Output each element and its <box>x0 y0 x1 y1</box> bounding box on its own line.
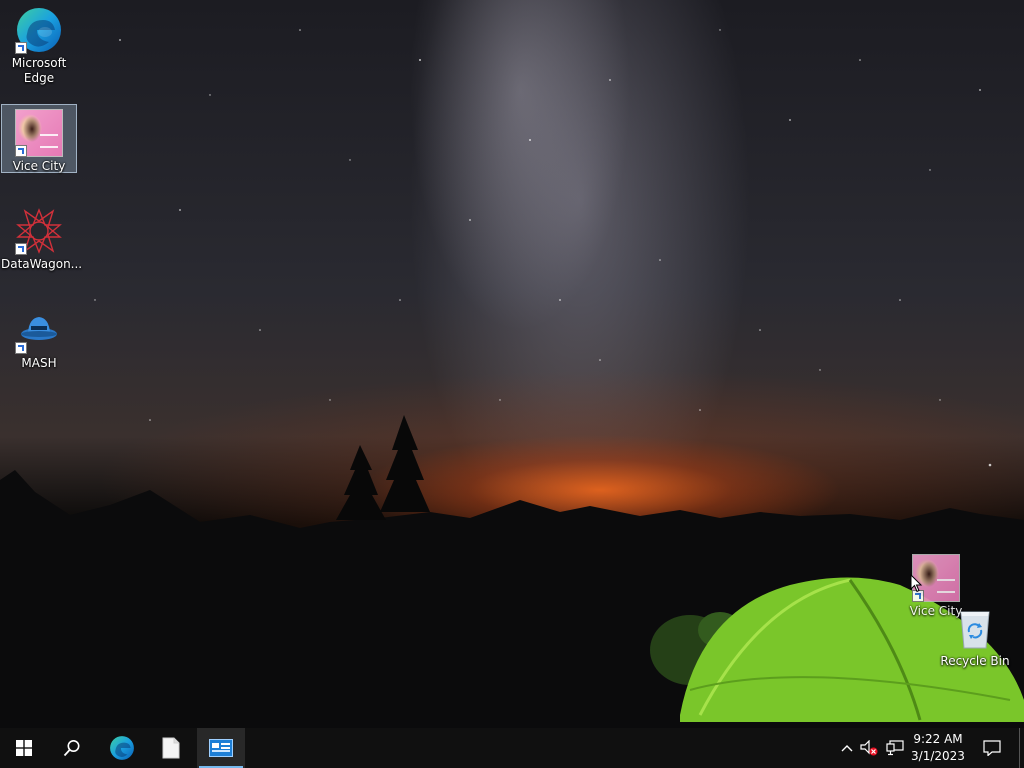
shortcut-arrow-icon <box>15 243 27 255</box>
windows-start-icon <box>16 740 32 756</box>
search-icon <box>63 740 80 757</box>
shortcut-arrow-icon <box>15 42 27 54</box>
search-button[interactable] <box>48 728 96 768</box>
desktop-icon-label: MASH <box>21 356 57 370</box>
notification-icon <box>983 740 1001 756</box>
pine-trees-silhouette <box>336 415 430 520</box>
chevron-up-icon <box>841 745 853 752</box>
desktop-icon-recycle-bin[interactable]: Recycle Bin <box>937 600 1013 669</box>
start-button[interactable] <box>0 728 48 768</box>
file-icon <box>162 737 180 759</box>
network-icon <box>886 740 904 756</box>
taskbar-clock[interactable]: 9:22 AM 3/1/2023 <box>905 728 971 768</box>
wallpaper-scenery <box>0 29 1024 728</box>
shortcut-arrow-icon <box>15 342 27 354</box>
desktop-icon-datawagon[interactable]: DataWagon... <box>1 203 83 272</box>
app-window-icon <box>209 739 233 757</box>
show-desktop-button[interactable] <box>1019 728 1024 768</box>
mash-icon <box>15 306 63 354</box>
edge-icon <box>110 736 134 760</box>
taskbar-file-button[interactable] <box>147 728 195 768</box>
taskbar-edge-button[interactable] <box>98 728 146 768</box>
datawagon-icon <box>15 207 63 255</box>
desktop-icon-label: Microsoft <box>11 56 67 70</box>
desktop-icon-microsoft-edge[interactable]: Microsoft Edge <box>1 2 77 86</box>
volume-button[interactable] <box>858 728 880 768</box>
wallpaper-stars <box>59 29 992 467</box>
shortcut-arrow-icon <box>15 145 27 157</box>
clock-time: 9:22 AM <box>913 732 963 746</box>
desktop-icon-label: Edge <box>23 71 55 85</box>
recycle-bin-icon <box>951 604 999 652</box>
edge-icon <box>15 6 63 54</box>
clock-date: 3/1/2023 <box>911 749 965 763</box>
network-button[interactable] <box>884 728 906 768</box>
desktop-icon-mash[interactable]: MASH <box>1 302 77 371</box>
desktop-icon-label: Vice City <box>12 159 66 173</box>
mouse-cursor-icon <box>910 574 923 593</box>
volume-muted-icon <box>860 740 878 756</box>
desktop-icon-vice-city[interactable]: Vice City <box>1 104 77 173</box>
taskbar: 9:22 AM 3/1/2023 <box>0 728 1024 768</box>
show-hidden-icons-button[interactable] <box>838 728 856 768</box>
desktop-background[interactable]: Microsoft Edge Vice City DataWagon... MA… <box>0 0 1024 728</box>
action-center-button[interactable] <box>978 728 1006 768</box>
desktop-icon-label: Recycle Bin <box>940 654 1010 668</box>
desktop-icon-label: DataWagon... <box>1 257 83 271</box>
taskbar-app-button[interactable] <box>197 728 245 768</box>
vice-city-icon <box>15 109 63 157</box>
